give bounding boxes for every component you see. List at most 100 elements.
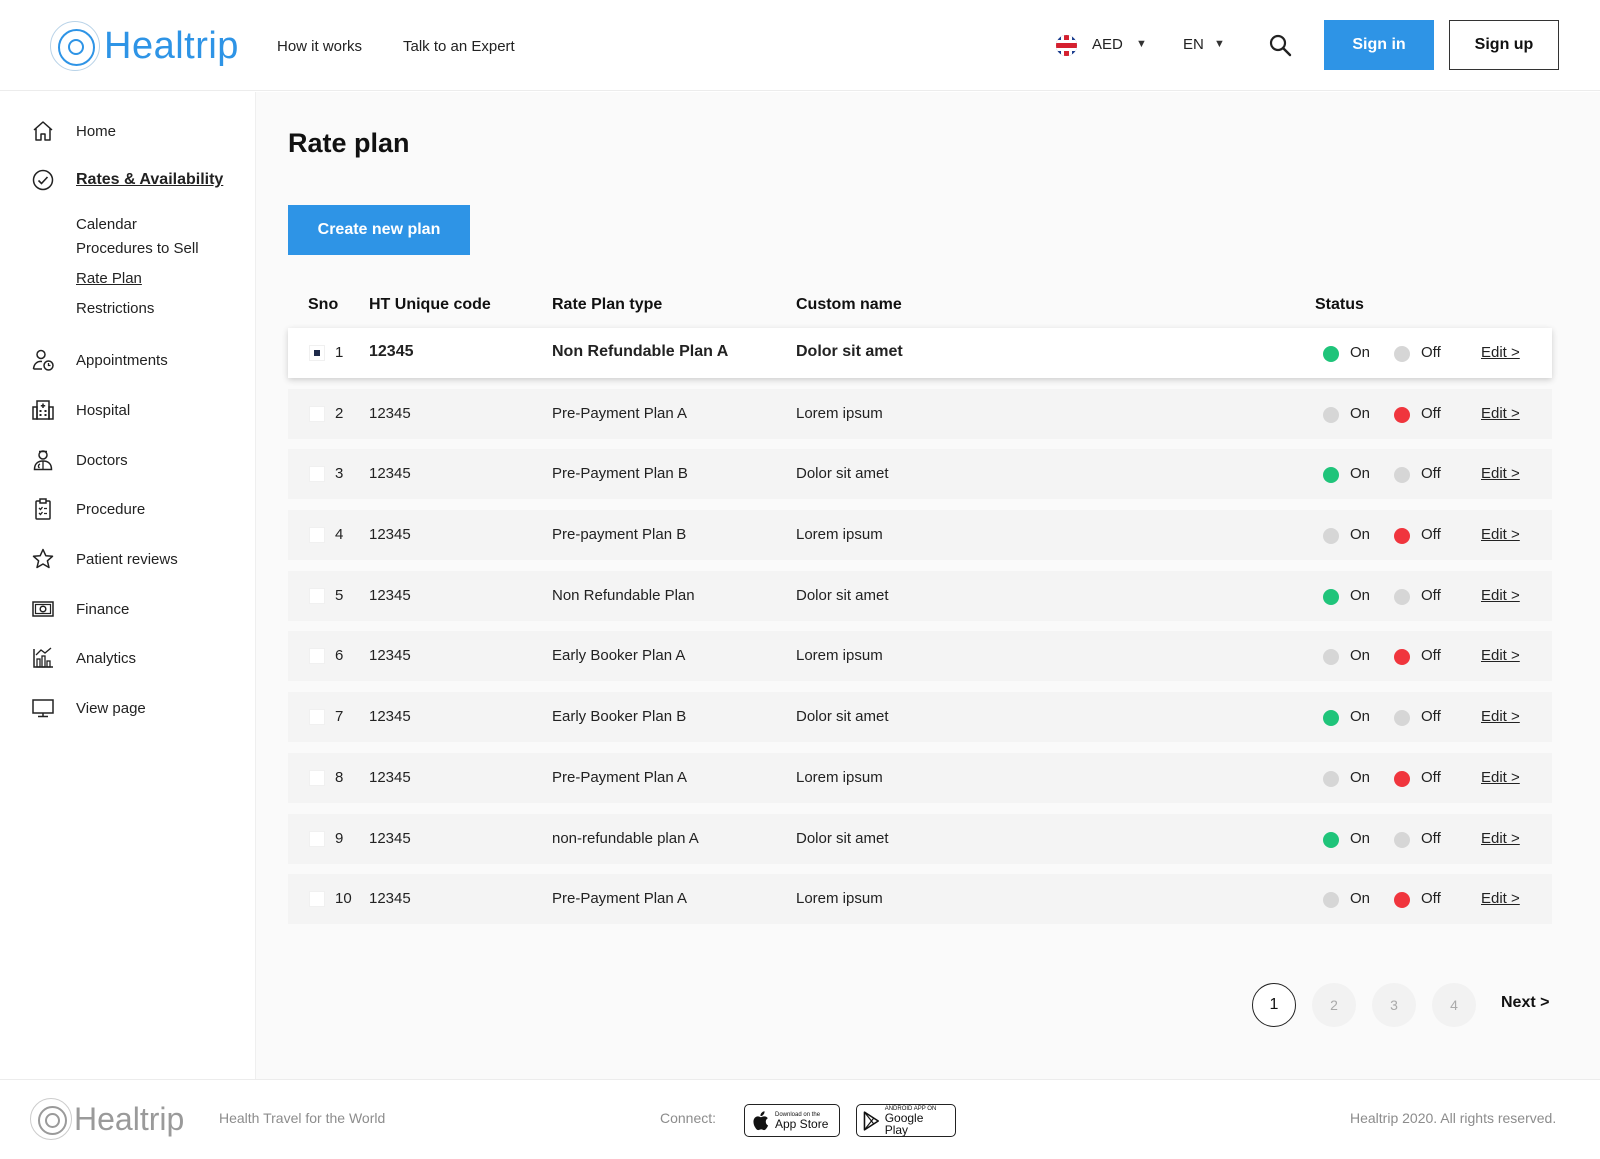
row-custom-name: Dolor sit amet (796, 465, 889, 482)
row-checkbox[interactable] (309, 588, 325, 604)
search-icon[interactable] (1268, 33, 1292, 57)
table-row[interactable]: 10 12345 Pre-Payment Plan A Lorem ipsum On Of… (288, 874, 1552, 924)
create-new-plan-button[interactable]: Create new plan (288, 205, 470, 255)
status-on-radio[interactable] (1323, 832, 1339, 848)
status-on-radio[interactable] (1323, 892, 1339, 908)
star-icon (30, 546, 56, 572)
sidebar-item-procedure[interactable]: Procedure (30, 496, 145, 522)
table-row[interactable]: 6 12345 Early Booker Plan A Lorem ipsum On Of… (288, 631, 1552, 681)
sidebar-item-label: View page (76, 699, 146, 717)
edit-link[interactable]: Edit > (1481, 769, 1520, 786)
status-on-radio[interactable] (1323, 346, 1339, 362)
row-checkbox[interactable] (309, 527, 325, 543)
column-header-rate-plan-type: Rate Plan type (552, 296, 663, 313)
language-chevron-down-icon[interactable]: ▼ (1214, 38, 1225, 50)
status-on-radio[interactable] (1323, 589, 1339, 605)
sidebar-item-appointments[interactable]: Appointments (30, 347, 168, 373)
table-row[interactable]: 5 12345 Non Refundable Plan Dolor sit amet O… (288, 571, 1552, 621)
status-off-radio[interactable] (1394, 771, 1410, 787)
sidebar-sub-procedures-to-sell[interactable]: Procedures to Sell (76, 240, 199, 257)
edit-link[interactable]: Edit > (1481, 890, 1520, 907)
logo-text: Healtrip (104, 24, 239, 67)
row-checkbox[interactable] (309, 648, 325, 664)
row-checkbox[interactable] (309, 831, 325, 847)
sidebar-item-label: Home (76, 122, 117, 140)
edit-link[interactable]: Edit > (1481, 405, 1520, 422)
sign-in-button[interactable]: Sign in (1324, 20, 1434, 70)
status-off-radio[interactable] (1394, 832, 1410, 848)
status-on-label: On (1350, 526, 1371, 543)
edit-link[interactable]: Edit > (1481, 465, 1520, 482)
edit-link[interactable]: Edit > (1481, 830, 1520, 847)
currency-chevron-down-icon[interactable]: ▼ (1136, 38, 1147, 50)
page-button-4[interactable]: 4 (1432, 983, 1476, 1027)
edit-link[interactable]: Edit > (1481, 344, 1520, 361)
row-unique-code: 12345 (369, 769, 411, 786)
status-off-radio[interactable] (1394, 346, 1410, 362)
status-on-label: On (1350, 647, 1371, 664)
sidebar-item-finance[interactable]: Finance (30, 596, 129, 622)
sign-up-button[interactable]: Sign up (1449, 20, 1559, 70)
healtrip-logo[interactable]: Healtrip (50, 20, 239, 72)
currency-select[interactable]: AED (1092, 36, 1123, 53)
footer-logo-text: Healtrip (74, 1100, 185, 1137)
edit-link[interactable]: Edit > (1481, 526, 1520, 543)
status-on-radio[interactable] (1323, 467, 1339, 483)
row-checkbox[interactable] (309, 891, 325, 907)
sidebar-item-analytics[interactable]: Analytics (30, 645, 136, 671)
table-row[interactable]: 7 12345 Early Booker Plan B Dolor sit amet O… (288, 692, 1552, 742)
doctor-icon (30, 447, 56, 473)
google-play-badge[interactable]: ANDROID APP ON Google Play (856, 1104, 956, 1137)
table-row[interactable]: 3 12345 Pre-Payment Plan B Dolor sit amet On… (288, 449, 1552, 499)
table-row[interactable]: 2 12345 Pre-Payment Plan A Lorem ipsum On Off… (288, 389, 1552, 439)
sidebar-sub-calendar[interactable]: Calendar (76, 216, 137, 233)
row-checkbox[interactable] (309, 709, 325, 725)
status-off-radio[interactable] (1394, 589, 1410, 605)
google-play-label: Google Play (884, 1110, 924, 1137)
status-off-radio[interactable] (1394, 892, 1410, 908)
status-on-radio[interactable] (1323, 710, 1339, 726)
sidebar-item-patient-reviews[interactable]: Patient reviews (30, 546, 178, 572)
footer-logo[interactable]: Healtrip (30, 1098, 184, 1140)
next-page-link[interactable]: Next > (1501, 994, 1549, 1012)
status-off-radio[interactable] (1394, 528, 1410, 544)
status-off-radio[interactable] (1394, 649, 1410, 665)
status-off-radio[interactable] (1394, 407, 1410, 423)
row-checkbox[interactable] (309, 466, 325, 482)
sidebar-item-view-page[interactable]: View page (30, 695, 146, 721)
status-off-radio[interactable] (1394, 710, 1410, 726)
row-checkbox[interactable] (309, 406, 325, 422)
edit-link[interactable]: Edit > (1481, 647, 1520, 664)
sidebar-item-doctors[interactable]: Doctors (30, 447, 128, 473)
status-on-radio[interactable] (1323, 771, 1339, 787)
edit-link[interactable]: Edit > (1481, 708, 1520, 725)
sidebar-sub-restrictions[interactable]: Restrictions (76, 300, 154, 317)
row-checkbox[interactable] (309, 770, 325, 786)
sidebar-item-rates-availability[interactable]: Rates & Availability (30, 167, 223, 193)
app-store-badge[interactable]: Download on the App Store (744, 1104, 840, 1137)
table-row[interactable]: 1 12345 Non Refundable Plan A Dolor sit ame… (288, 328, 1552, 378)
edit-link[interactable]: Edit > (1481, 587, 1520, 604)
sidebar: Home Rates & Availability Calendar Proce… (0, 92, 256, 1079)
page-button-2[interactable]: 2 (1312, 983, 1356, 1027)
language-select[interactable]: EN (1183, 36, 1204, 53)
sidebar-sub-rate-plan[interactable]: Rate Plan (76, 270, 142, 287)
row-sno: 10 (335, 890, 352, 907)
sidebar-item-hospital[interactable]: Hospital (30, 397, 130, 423)
status-on-radio[interactable] (1323, 528, 1339, 544)
table-row[interactable]: 4 12345 Pre-payment Plan B Lorem ipsum On Off… (288, 510, 1552, 560)
status-off-radio[interactable] (1394, 467, 1410, 483)
row-checkbox[interactable] (309, 345, 325, 361)
row-rate-plan-type: Pre-Payment Plan A (552, 890, 688, 907)
table-row[interactable]: 9 12345 non-refundable plan A Dolor sit ame… (288, 814, 1552, 864)
row-unique-code: 12345 (369, 343, 414, 360)
status-on-radio[interactable] (1323, 407, 1339, 423)
nav-talk-to-expert[interactable]: Talk to an Expert (403, 38, 515, 55)
nav-how-it-works[interactable]: How it works (277, 38, 362, 55)
sidebar-item-home[interactable]: Home (30, 118, 116, 144)
page-button-3[interactable]: 3 (1372, 983, 1416, 1027)
status-on-radio[interactable] (1323, 649, 1339, 665)
uk-flag-icon[interactable] (1056, 35, 1077, 56)
table-row[interactable]: 8 12345 Pre-Payment Plan A Lorem ipsum On Off… (288, 753, 1552, 803)
page-button-1[interactable]: 1 (1252, 983, 1296, 1027)
